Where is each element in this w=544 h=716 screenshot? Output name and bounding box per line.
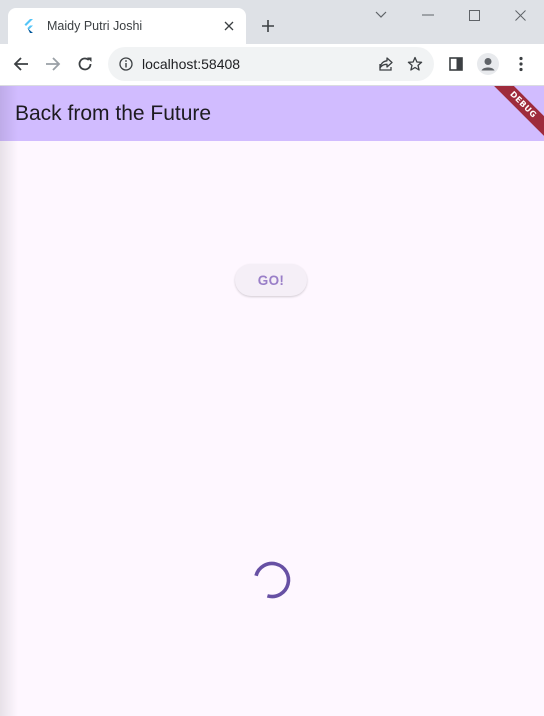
window-edge-shadow — [0, 86, 18, 716]
tab-title: Maidy Putri Joshi — [47, 19, 143, 33]
loading-spinner-icon — [253, 561, 291, 599]
browser-tab[interactable]: Maidy Putri Joshi — [8, 8, 246, 44]
menu-kebab-icon[interactable] — [511, 54, 531, 74]
address-url[interactable]: localhost:58408 — [142, 56, 376, 72]
flutter-logo-icon — [21, 18, 37, 34]
page-title: Back from the Future — [15, 101, 212, 125]
maximize-icon[interactable] — [465, 7, 483, 23]
browser-toolbar: localhost:58408 — [0, 44, 544, 86]
forward-arrow-icon[interactable] — [43, 54, 63, 74]
new-tab-icon[interactable] — [259, 17, 277, 35]
profile-avatar-icon[interactable] — [477, 53, 499, 75]
side-panel-icon[interactable] — [446, 54, 466, 74]
app-bar: Back from the Future — [0, 86, 544, 141]
debug-ribbon-label: DEBUG — [486, 86, 544, 142]
reload-icon[interactable] — [75, 54, 95, 74]
go-button[interactable]: GO! — [235, 264, 307, 296]
address-bar[interactable]: localhost:58408 — [108, 47, 434, 81]
bookmark-star-icon[interactable] — [405, 54, 425, 74]
app-viewport: Back from the Future DEBUG GO! — [0, 86, 544, 716]
back-arrow-icon[interactable] — [11, 54, 31, 74]
share-icon[interactable] — [376, 54, 396, 74]
tab-close-icon[interactable] — [221, 18, 237, 34]
minimize-icon[interactable] — [419, 7, 437, 23]
tab-search-chevron-icon[interactable] — [372, 7, 390, 23]
close-window-icon[interactable] — [511, 7, 529, 23]
debug-banner: DEBUG — [484, 86, 544, 146]
site-info-icon[interactable] — [118, 56, 134, 72]
browser-tabstrip: Maidy Putri Joshi — [0, 0, 544, 44]
